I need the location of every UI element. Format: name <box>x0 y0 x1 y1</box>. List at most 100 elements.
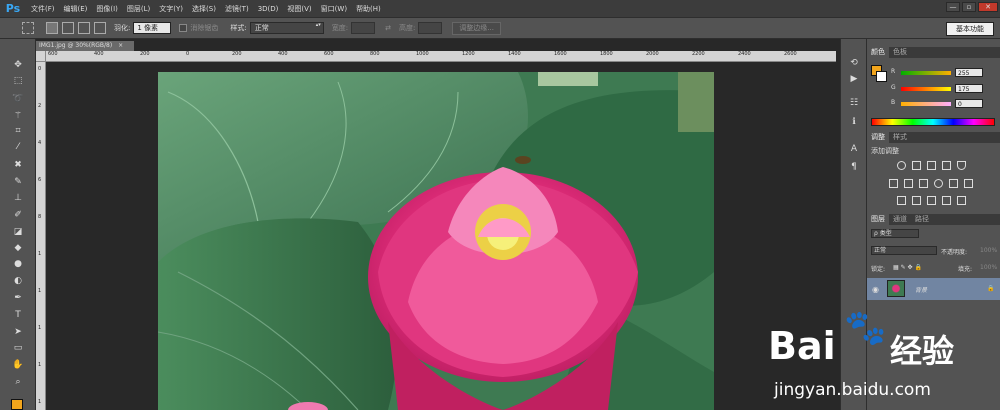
history-brush-tool-icon[interactable]: ✐ <box>11 209 25 221</box>
pen-tool-icon[interactable]: ✒ <box>11 292 25 304</box>
subtract-selection-icon[interactable] <box>78 22 90 34</box>
history-icon[interactable]: ⟲ <box>847 57 861 69</box>
g-slider-track[interactable] <box>901 87 951 91</box>
menu-edit[interactable]: 编辑(E) <box>64 4 88 14</box>
background-swatch[interactable] <box>876 71 887 82</box>
rect-marquee-tool-icon[interactable] <box>22 22 34 34</box>
opacity-value[interactable]: 100% <box>980 247 997 254</box>
healing-brush-tool-icon[interactable]: ✖ <box>11 159 25 171</box>
height-input[interactable] <box>418 22 443 34</box>
selective-color-icon[interactable] <box>957 196 966 205</box>
style-select[interactable]: 正常 <box>249 22 324 34</box>
layer-name[interactable]: 背景 <box>915 285 927 294</box>
marquee-tool-icon[interactable]: ⬚ <box>11 75 25 87</box>
foreground-color-swatch[interactable] <box>11 399 23 410</box>
minimize-button[interactable]: — <box>946 2 960 12</box>
paint-bucket-tool-icon[interactable]: ◆ <box>11 242 25 254</box>
posterize-icon[interactable] <box>912 196 921 205</box>
new-selection-icon[interactable] <box>46 22 58 34</box>
photo-filter-icon[interactable] <box>934 179 943 188</box>
info-icon[interactable]: ℹ <box>847 116 861 128</box>
lasso-tool-icon[interactable]: ➰ <box>11 93 25 105</box>
crop-tool-icon[interactable]: ⌗ <box>11 125 25 137</box>
blur-tool-icon[interactable]: ● <box>11 258 25 270</box>
refine-edge-button[interactable]: 调整边缘... <box>452 21 501 35</box>
menu-type[interactable]: 文字(Y) <box>159 4 183 14</box>
menu-filter[interactable]: 滤镜(T) <box>225 4 249 14</box>
ruler-origin[interactable] <box>36 51 46 62</box>
actions-play-icon[interactable]: ▶ <box>847 73 861 85</box>
b-value-input[interactable]: 0 <box>955 99 983 108</box>
move-tool-icon[interactable]: ✥ <box>11 59 25 71</box>
eraser-tool-icon[interactable]: ◪ <box>11 226 25 238</box>
tab-color[interactable]: 颜色 <box>867 47 889 58</box>
feather-input[interactable]: 1 像素 <box>133 22 172 34</box>
brush-tool-icon[interactable]: ✎ <box>11 176 25 188</box>
swap-icon[interactable]: ⇄ <box>385 24 391 32</box>
color-balance-icon[interactable] <box>904 179 913 188</box>
blend-mode-select[interactable]: 正常 <box>871 246 937 255</box>
slider-g[interactable]: G 175 <box>891 84 997 93</box>
threshold-icon[interactable] <box>927 196 936 205</box>
channel-mixer-icon[interactable] <box>949 179 958 188</box>
lock-icons[interactable]: ▦ ✎ ✥ 🔒 <box>893 264 922 271</box>
slider-r[interactable]: R 255 <box>891 68 997 77</box>
shape-tool-icon[interactable]: ▭ <box>11 342 25 354</box>
menu-window[interactable]: 窗口(W) <box>321 4 347 14</box>
vertical-ruler[interactable]: 0 2 4 6 8 1 1 1 1 1 <box>36 62 46 410</box>
tab-swatches[interactable]: 色板 <box>889 47 911 58</box>
menu-select[interactable]: 选择(S) <box>192 4 216 14</box>
zoom-tool-icon[interactable]: ⌕ <box>11 376 25 388</box>
menu-layer[interactable]: 图层(L) <box>127 4 150 14</box>
fill-value[interactable]: 100% <box>980 264 997 271</box>
exposure-icon[interactable] <box>942 161 951 170</box>
close-button[interactable]: ✕ <box>978 2 998 12</box>
width-input[interactable] <box>351 22 376 34</box>
brightness-icon[interactable] <box>897 161 906 170</box>
hue-saturation-icon[interactable] <box>889 179 898 188</box>
menu-view[interactable]: 视图(V) <box>287 4 311 14</box>
r-value-input[interactable]: 255 <box>955 68 983 77</box>
color-lookup-icon[interactable] <box>964 179 973 188</box>
paragraph-icon[interactable]: ¶ <box>847 161 861 173</box>
invert-icon[interactable] <box>897 196 906 205</box>
document-tab[interactable]: IMG1.jpg @ 30%(RGB/8) × <box>36 41 134 51</box>
restore-button[interactable]: ▫ <box>962 2 976 12</box>
type-tool-icon[interactable]: T <box>11 309 25 321</box>
dodge-tool-icon[interactable]: ◐ <box>11 275 25 287</box>
tab-styles[interactable]: 样式 <box>889 132 911 143</box>
color-spectrum-bar[interactable] <box>871 118 995 126</box>
workspace-button[interactable]: 基本功能 <box>946 22 994 36</box>
menu-help[interactable]: 帮助(H) <box>356 4 381 14</box>
levels-icon[interactable] <box>912 161 921 170</box>
menu-3d[interactable]: 3D(D) <box>258 5 279 13</box>
tab-paths[interactable]: 路径 <box>911 214 933 225</box>
tab-layers[interactable]: 图层 <box>867 214 889 225</box>
eyedropper-tool-icon[interactable]: ⁄ <box>11 141 25 153</box>
hand-tool-icon[interactable]: ✋ <box>11 359 25 371</box>
vibrance-icon[interactable] <box>957 161 966 170</box>
curves-icon[interactable] <box>927 161 936 170</box>
menu-file[interactable]: 文件(F) <box>31 4 55 14</box>
tab-adjustments[interactable]: 调整 <box>867 132 889 143</box>
document-image[interactable] <box>158 72 714 410</box>
tab-channels[interactable]: 通道 <box>889 214 911 225</box>
horizontal-ruler[interactable]: 600 400 200 0 200 400 600 800 1000 1200 1400 1600 18… <box>46 51 836 62</box>
r-slider-track[interactable] <box>901 71 951 75</box>
path-selection-tool-icon[interactable]: ➤ <box>11 326 25 338</box>
layer-filter-select[interactable]: ρ 类型 <box>871 229 919 238</box>
b-slider-track[interactable] <box>901 102 951 106</box>
menu-image[interactable]: 图像(I) <box>96 4 118 14</box>
character-icon[interactable]: A <box>847 143 861 155</box>
black-white-icon[interactable] <box>919 179 928 188</box>
visibility-eye-icon[interactable]: ◉ <box>872 285 879 294</box>
clone-stamp-tool-icon[interactable]: ⊥ <box>11 192 25 204</box>
slider-b[interactable]: B 0 <box>891 99 997 108</box>
intersect-selection-icon[interactable] <box>94 22 106 34</box>
layer-row-background[interactable]: ◉ 背景 🔒 <box>867 278 1000 300</box>
add-selection-icon[interactable] <box>62 22 74 34</box>
gradient-map-icon[interactable] <box>942 196 951 205</box>
g-value-input[interactable]: 175 <box>955 84 983 93</box>
document-close-icon[interactable]: × <box>118 42 123 49</box>
antialias-checkbox[interactable] <box>179 24 188 32</box>
